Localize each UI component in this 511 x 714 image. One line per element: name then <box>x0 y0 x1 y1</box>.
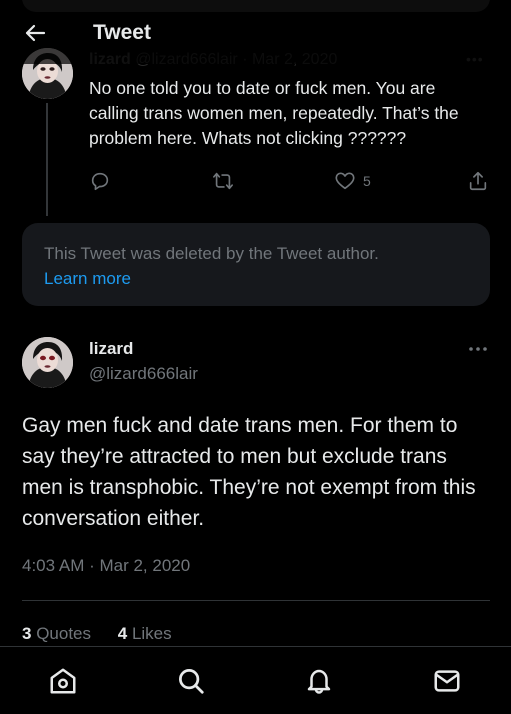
heart-icon <box>335 172 355 190</box>
more-icon <box>469 347 487 351</box>
author-name[interactable]: lizard <box>89 339 133 359</box>
main-avatar[interactable] <box>22 337 73 388</box>
divider <box>22 600 490 601</box>
back-button[interactable] <box>20 18 50 48</box>
parent-tweet-text: No one told you to date or fuck men. You… <box>89 78 459 148</box>
tweet-timestamp[interactable]: 4:03 AM · Mar 2, 2020 <box>22 556 190 576</box>
likes-stat[interactable]: 4 Likes <box>118 624 172 644</box>
search-icon <box>179 669 204 694</box>
more-options-button[interactable] <box>466 339 490 359</box>
parent-action-bar: 5 <box>89 168 491 194</box>
nav-search-button[interactable] <box>174 664 208 698</box>
nav-home-button[interactable] <box>46 664 80 698</box>
share-button[interactable] <box>467 168 489 194</box>
header-edge <box>22 0 490 12</box>
retweet-icon <box>213 172 233 190</box>
mail-icon <box>434 670 460 692</box>
author-handle[interactable]: @lizard666lair <box>89 364 198 384</box>
deleted-tweet-notice: This Tweet was deleted by the Tweet auth… <box>22 223 490 306</box>
nav-messages-button[interactable] <box>430 664 464 698</box>
home-icon <box>50 668 76 694</box>
bell-icon <box>307 669 331 694</box>
deleted-notice-text: This Tweet was deleted by the Tweet auth… <box>44 244 379 263</box>
bottom-nav <box>0 646 511 714</box>
thread-line <box>46 103 48 216</box>
reply-button[interactable] <box>89 168 111 194</box>
page-title: Tweet <box>93 21 151 44</box>
tweet-text: Gay men fuck and date trans men. For the… <box>22 414 476 530</box>
quotes-stat[interactable]: 3 Quotes <box>22 624 91 644</box>
retweet-button[interactable] <box>211 168 235 194</box>
back-arrow-icon <box>25 24 46 42</box>
like-count: 5 <box>363 173 371 189</box>
tweet-stats: 3 Quotes 4 Likes <box>22 624 194 644</box>
learn-more-link[interactable]: Learn more <box>44 266 131 292</box>
share-icon <box>469 171 487 191</box>
reply-icon <box>91 172 109 191</box>
like-button[interactable]: 5 <box>333 168 371 194</box>
nav-notifications-button[interactable] <box>302 664 336 698</box>
top-header: Tweet <box>0 0 511 64</box>
